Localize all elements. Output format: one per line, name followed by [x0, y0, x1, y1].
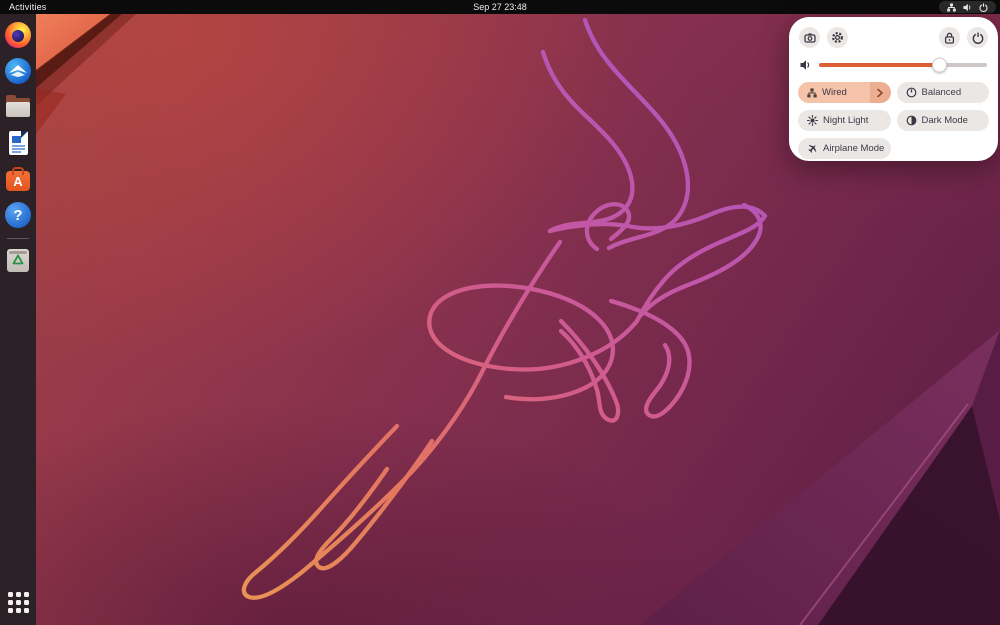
toggle-label: Balanced: [922, 87, 962, 98]
dock-item-app-center[interactable]: A: [3, 164, 33, 194]
dock: A ?: [0, 14, 36, 625]
airplane-icon: [807, 143, 818, 154]
toggle-label: Dark Mode: [922, 115, 968, 126]
dock-item-files[interactable]: [3, 92, 33, 122]
wired-expand-arrow[interactable]: [870, 82, 891, 103]
chevron-right-icon: [877, 88, 883, 98]
gear-icon: [831, 31, 844, 44]
volume-slider[interactable]: [819, 63, 987, 67]
files-icon: [6, 98, 30, 117]
night-light-icon: [807, 115, 818, 126]
dock-item-help[interactable]: ?: [3, 200, 33, 230]
show-apps-button[interactable]: [3, 587, 33, 617]
trash-icon: [7, 249, 29, 272]
dock-item-trash[interactable]: [3, 244, 33, 274]
network-wired-icon: [807, 88, 817, 98]
volume-slider-knob[interactable]: [932, 58, 947, 73]
facet-bottom-right: [640, 330, 1000, 625]
screenshot-button[interactable]: [799, 27, 820, 48]
volume-icon: [963, 3, 972, 12]
lock-icon: [944, 32, 955, 44]
network-wired-icon: [947, 3, 956, 12]
quick-settings-toolbar: [799, 27, 988, 48]
power-icon: [979, 3, 988, 12]
lock-screen-button[interactable]: [939, 27, 960, 48]
system-tray[interactable]: [939, 1, 996, 13]
help-icon: ?: [5, 202, 31, 228]
facet-top-left: [36, 14, 136, 134]
top-bar: Activities Sep 27 23:48: [0, 0, 1000, 14]
quick-toggles: Wired Balanced: [798, 82, 989, 159]
speaker-icon: [800, 59, 812, 71]
power-icon: [972, 32, 984, 44]
toggle-power-profile[interactable]: Balanced: [897, 82, 990, 103]
clock[interactable]: Sep 27 23:48: [0, 2, 1000, 12]
volume-slider-fill: [819, 63, 938, 67]
app-center-icon: A: [6, 171, 30, 191]
power-profile-icon: [906, 87, 917, 98]
settings-button[interactable]: [827, 27, 848, 48]
toggle-label: Airplane Mode: [823, 143, 884, 154]
toggle-wired[interactable]: Wired: [798, 82, 891, 103]
libreoffice-writer-icon: [9, 131, 28, 155]
power-button[interactable]: [967, 27, 988, 48]
toggle-label: Wired: [822, 87, 847, 98]
dock-item-libreoffice-writer[interactable]: [3, 128, 33, 158]
dock-item-thunderbird[interactable]: [3, 56, 33, 86]
screenshot-icon: [804, 32, 816, 44]
toggle-night-light[interactable]: Night Light: [798, 110, 891, 131]
dark-mode-icon: [906, 115, 917, 126]
toggle-airplane-mode[interactable]: Airplane Mode: [798, 138, 891, 159]
thunderbird-icon: [5, 58, 31, 84]
firefox-icon: [5, 22, 31, 48]
app-grid-icon: [8, 592, 29, 613]
volume-slider-row: [800, 59, 987, 71]
quick-settings-panel: Wired Balanced: [789, 17, 998, 161]
toggle-label: Night Light: [823, 115, 868, 126]
antelope-line-art: [244, 20, 765, 598]
dock-separator: [7, 238, 29, 239]
dock-item-firefox[interactable]: [3, 20, 33, 50]
toggle-dark-mode[interactable]: Dark Mode: [897, 110, 990, 131]
